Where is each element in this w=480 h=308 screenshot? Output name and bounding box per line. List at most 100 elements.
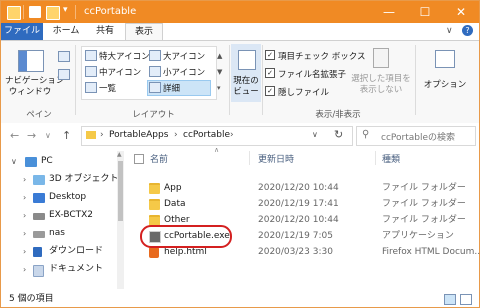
layout-large-icons[interactable]: 大アイコン bbox=[163, 50, 205, 62]
divider bbox=[75, 45, 76, 115]
minimize-button[interactable]: — bbox=[371, 1, 407, 23]
divider bbox=[415, 45, 416, 115]
details-view-icon[interactable] bbox=[444, 294, 456, 305]
file-type: アプリケーション bbox=[382, 231, 454, 241]
close-button[interactable]: ✕ bbox=[443, 1, 479, 23]
layout-extra-large-icons[interactable]: 特大アイコン bbox=[99, 50, 150, 62]
explorer-app-icon bbox=[7, 6, 21, 20]
tab-share[interactable]: 共有 bbox=[89, 23, 121, 40]
chevron-right-icon[interactable]: › bbox=[23, 225, 26, 242]
maximize-button[interactable]: ☐ bbox=[407, 1, 443, 23]
recent-dropdown-icon[interactable]: ∨ bbox=[45, 131, 51, 140]
tab-home[interactable]: ホーム bbox=[47, 23, 85, 40]
extension-label: ファイル名拡張子 bbox=[278, 70, 347, 80]
pane-group-label: ペイン bbox=[26, 110, 52, 120]
large-icons-view-icon[interactable] bbox=[460, 294, 472, 305]
quick-access-dropdown-icon[interactable]: ▾ bbox=[63, 5, 68, 15]
chevron-down-icon[interactable]: ∨ bbox=[11, 153, 17, 170]
select-all-checkbox[interactable] bbox=[134, 154, 144, 164]
folder-icon bbox=[149, 183, 160, 194]
layout-details[interactable]: 詳細 bbox=[163, 82, 180, 94]
new-folder-icon[interactable] bbox=[46, 6, 60, 20]
file-date: 2020/03/23 3:30 bbox=[258, 247, 333, 257]
address-bar[interactable]: › PortableApps › ccPortable › ∨ ↻ bbox=[81, 126, 353, 146]
help-icon[interactable]: ? bbox=[462, 25, 473, 36]
sort-up-icon: ∧ bbox=[214, 146, 220, 154]
divider bbox=[229, 45, 230, 115]
file-type: Firefox HTML Docum... bbox=[382, 247, 480, 257]
tree-scrollbar[interactable]: ▲ bbox=[117, 151, 124, 289]
tree-item-label: ドキュメント bbox=[49, 264, 104, 274]
tree-item-pc[interactable]: ∨ PC bbox=[1, 153, 116, 170]
html-icon bbox=[149, 247, 159, 258]
extension-checkbox[interactable]: ✓ bbox=[265, 68, 275, 78]
file-name: Data bbox=[164, 199, 186, 209]
layout-list[interactable]: 一覧 bbox=[99, 82, 116, 94]
forward-arrow-icon[interactable]: → bbox=[27, 129, 36, 142]
tree-item-label: EX-BCTX2 bbox=[49, 210, 94, 220]
tree-item-label: ダウンロード bbox=[49, 246, 104, 256]
tab-file[interactable]: ファイル bbox=[1, 23, 43, 40]
address-dropdown-icon[interactable]: ∨ bbox=[312, 130, 318, 139]
documents-icon bbox=[33, 265, 44, 277]
properties-icon[interactable] bbox=[29, 6, 41, 18]
breadcrumb-separator: › bbox=[230, 130, 234, 140]
3d-objects-icon bbox=[33, 175, 45, 185]
download-icon bbox=[33, 247, 42, 257]
current-view-button[interactable]: 現在の ビュー bbox=[231, 44, 261, 102]
preview-pane-icon[interactable] bbox=[58, 51, 70, 62]
column-header-type[interactable]: 種類 bbox=[382, 152, 400, 165]
file-row[interactable]: Data 2020/12/19 17:41 ファイル フォルダー bbox=[127, 196, 479, 212]
search-box[interactable]: ⚲ ccPortableの検索 bbox=[356, 126, 476, 146]
highlight-annotation bbox=[140, 225, 232, 248]
options-button[interactable]: オプション bbox=[419, 44, 471, 102]
hide-selected-icon bbox=[373, 48, 389, 68]
chevron-right-icon[interactable]: › bbox=[23, 189, 26, 206]
column-header-date[interactable]: 更新日時 bbox=[258, 152, 294, 165]
gallery-scroll-icon[interactable]: ▲ ▼ ▾ bbox=[217, 48, 222, 96]
divider bbox=[262, 45, 263, 115]
tree-item-ex-bctx2[interactable]: › EX-BCTX2 bbox=[1, 207, 116, 224]
details-pane-icon[interactable] bbox=[58, 69, 70, 80]
hide-selected-label: 選択した項目を 表示しない bbox=[351, 74, 411, 95]
tree-item-nas[interactable]: › nas bbox=[1, 225, 116, 242]
layout-medium-icons[interactable]: 中アイコン bbox=[99, 66, 141, 78]
file-type: ファイル フォルダー bbox=[382, 183, 466, 193]
title-bar: ▾ ccPortable — ☐ ✕ bbox=[1, 1, 479, 23]
item-checkbox-checkbox[interactable]: ✓ bbox=[265, 50, 275, 60]
current-view-icon bbox=[238, 50, 256, 70]
chevron-right-icon[interactable]: › bbox=[23, 243, 26, 260]
hidden-files-checkbox[interactable]: ✓ bbox=[265, 86, 275, 96]
ribbon: ナビゲーション ウィンドウ ペイン 特大アイコン 大アイコン 中アイコン 小アイ… bbox=[1, 40, 479, 124]
tree-item-downloads[interactable]: › ダウンロード bbox=[1, 243, 116, 260]
tree-item-desktop[interactable]: › Desktop bbox=[1, 189, 116, 206]
hide-selected-button[interactable]: 選択した項目を 表示しない bbox=[349, 44, 413, 102]
collapse-ribbon-icon[interactable]: ∨ bbox=[446, 26, 453, 36]
tree-item-documents[interactable]: › ドキュメント bbox=[1, 261, 116, 278]
chevron-right-icon[interactable]: › bbox=[23, 261, 26, 278]
breadcrumb-ccportable[interactable]: ccPortable bbox=[183, 130, 230, 140]
chevron-right-icon[interactable]: › bbox=[23, 207, 26, 224]
navigation-pane-button[interactable]: ナビゲーション ウィンドウ bbox=[5, 44, 64, 100]
up-arrow-icon[interactable]: ↑ bbox=[62, 129, 71, 142]
breadcrumb-portableapps[interactable]: PortableApps bbox=[109, 130, 168, 140]
chevron-right-icon[interactable]: › bbox=[23, 171, 26, 188]
scroll-thumb[interactable] bbox=[118, 161, 123, 221]
file-row[interactable]: App 2020/12/20 10:44 ファイル フォルダー bbox=[127, 180, 479, 196]
status-bar: 5 個の項目 bbox=[1, 291, 479, 307]
window-title: ccPortable bbox=[84, 6, 137, 17]
file-name: App bbox=[164, 183, 182, 193]
divider bbox=[23, 5, 24, 19]
scroll-up-icon[interactable]: ▲ bbox=[117, 151, 122, 158]
navigation-tree: ∨ PC › 3D オブジェクト › Desktop › EX-BCTX2 › … bbox=[1, 151, 119, 289]
folder-small-icon bbox=[86, 131, 96, 139]
tab-view[interactable]: 表示 bbox=[125, 23, 163, 40]
hidden-files-label: 隠しファイル bbox=[278, 88, 330, 98]
tree-item-3d-objects[interactable]: › 3D オブジェクト bbox=[1, 171, 119, 188]
layout-small-icons[interactable]: 小アイコン bbox=[163, 66, 205, 78]
file-type: ファイル フォルダー bbox=[382, 215, 466, 225]
small-icons-icon bbox=[149, 66, 161, 77]
back-arrow-icon[interactable]: ← bbox=[10, 129, 19, 142]
column-header-name[interactable]: 名前 bbox=[150, 152, 168, 165]
refresh-icon[interactable]: ↻ bbox=[334, 128, 343, 141]
